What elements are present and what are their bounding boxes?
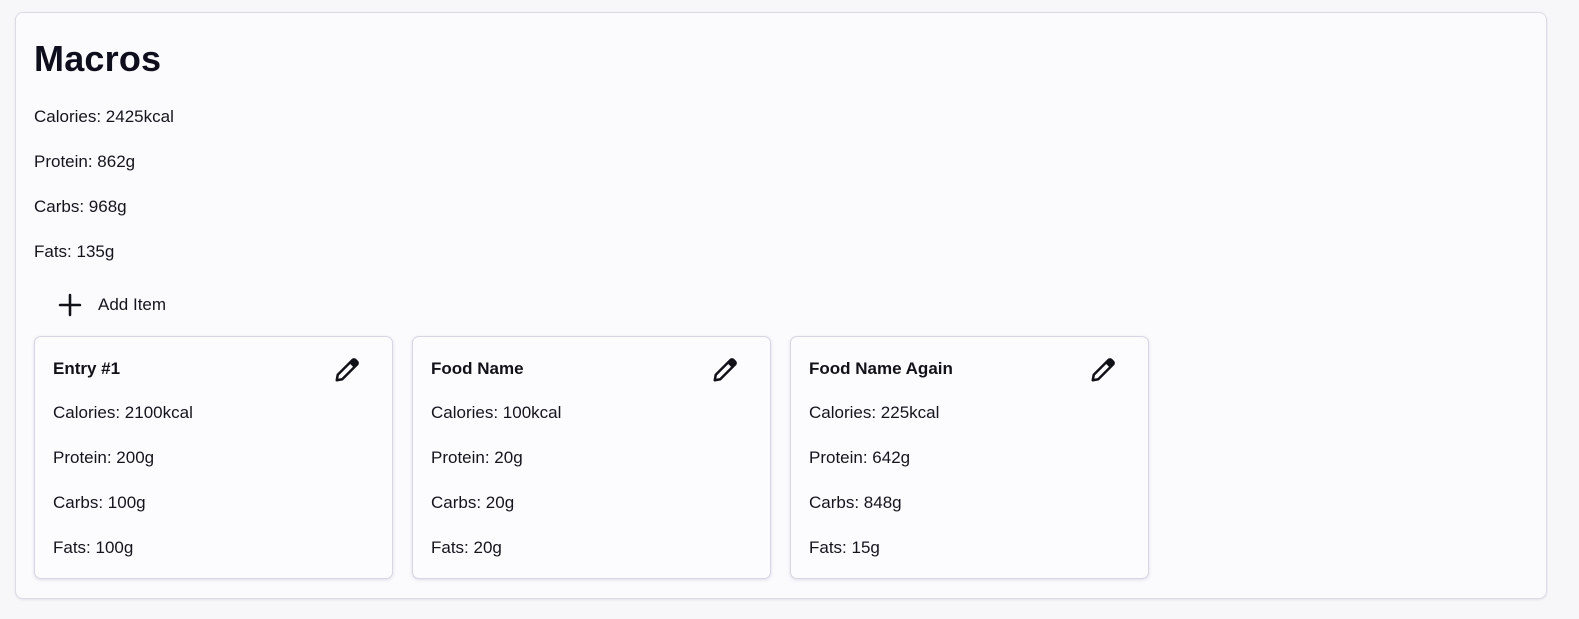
entry-carbs: Carbs: 100g	[53, 493, 146, 512]
entry-fats: Fats: 100g	[53, 538, 134, 557]
entry-protein: Protein: 20g	[431, 448, 523, 467]
page-title: Macros	[34, 38, 162, 79]
plus-icon	[58, 293, 82, 317]
entry-calories: Calories: 2100kcal	[53, 403, 193, 422]
pencil-icon	[335, 358, 359, 382]
edit-entry-button[interactable]	[332, 353, 364, 385]
total-fats: Fats: 135g	[34, 242, 115, 261]
entry-protein: Protein: 200g	[53, 448, 155, 467]
entry-protein: Protein: 642g	[809, 448, 911, 467]
pencil-icon	[713, 358, 737, 382]
macros-panel: Macros Calories: 2425kcal Protein: 862g …	[15, 12, 1547, 599]
entry-name: Food Name	[431, 359, 524, 378]
entry-carbs: Carbs: 20g	[431, 493, 515, 512]
entry-name: Food Name Again	[809, 359, 953, 378]
total-protein: Protein: 862g	[34, 152, 136, 171]
total-calories: Calories: 2425kcal	[34, 107, 174, 126]
entry-card: Entry #1 Calories: 2100kcal Protein: 200…	[34, 336, 393, 579]
edit-entry-button[interactable]	[1088, 353, 1120, 385]
total-carbs: Carbs: 968g	[34, 197, 127, 216]
entry-fats: Fats: 15g	[809, 538, 880, 557]
entry-calories: Calories: 225kcal	[809, 403, 940, 422]
entry-card: Food Name Again Calories: 225kcal Protei…	[790, 336, 1149, 579]
add-item-label: Add Item	[98, 295, 167, 314]
add-item-button[interactable]: Add Item	[50, 287, 176, 323]
pencil-icon	[1091, 358, 1115, 382]
entry-name: Entry #1	[53, 359, 121, 378]
entry-fats: Fats: 20g	[431, 538, 502, 557]
entry-calories: Calories: 100kcal	[431, 403, 562, 422]
edit-entry-button[interactable]	[710, 353, 742, 385]
entry-carbs: Carbs: 848g	[809, 493, 902, 512]
entry-card: Food Name Calories: 100kcal Protein: 20g…	[412, 336, 771, 579]
